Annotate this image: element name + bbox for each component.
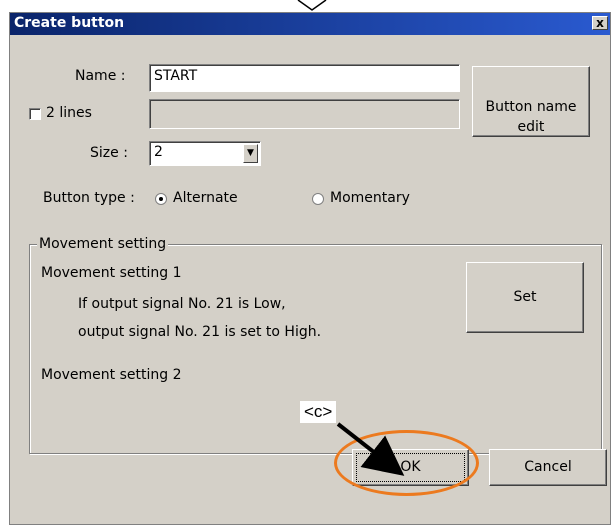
callout-arrow-icon (336, 422, 405, 476)
